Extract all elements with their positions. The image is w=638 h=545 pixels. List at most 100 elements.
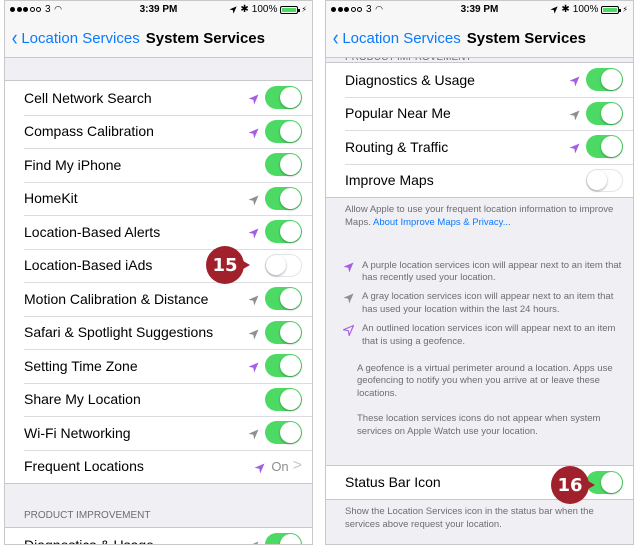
gray-location-arrow-icon [248, 327, 259, 340]
row-label: Compass Calibration [24, 123, 154, 140]
purple-location-arrow-icon [248, 126, 259, 139]
row-label: Diagnostics & Usage [345, 71, 475, 88]
purple-location-arrow-icon [254, 461, 265, 474]
gray-location-arrow-icon [569, 108, 580, 121]
row-routing-and-traffic[interactable]: Routing & Traffic [326, 130, 633, 164]
diagnostics-and-usage-toggle[interactable] [586, 68, 623, 92]
row-popular-near-me[interactable]: Popular Near Me [326, 96, 633, 131]
row-label: Status Bar Icon [345, 474, 441, 491]
share-my-location-toggle[interactable] [265, 387, 302, 411]
homekit-toggle[interactable] [265, 186, 302, 210]
gray-location-arrow-icon [248, 293, 259, 306]
row-cell-network-search[interactable]: Cell Network Search [5, 81, 312, 115]
row-label: Frequent Locations [24, 458, 144, 475]
gray-location-arrow-icon [248, 193, 259, 206]
apple-watch-note: These location services icons do not app… [357, 412, 601, 437]
location-icon-legend: A purple location services icon will app… [326, 260, 633, 349]
location-based-alerts-toggle[interactable] [265, 220, 302, 244]
row-label: Motion Calibration & Distance [24, 290, 209, 307]
popular-near-me-toggle[interactable] [586, 101, 623, 125]
back-button[interactable]: ‹ Location Services [11, 27, 140, 49]
safari-and-spotlight-suggestions-toggle[interactable] [265, 320, 302, 344]
page-title: System Services [145, 29, 265, 47]
back-button[interactable]: ‹ Location Services [332, 27, 461, 49]
battery-icon [280, 5, 301, 14]
back-label: Location Services [21, 29, 140, 47]
status-bar: 3 ◠ 3:39 PM ✱ 100% ⚡ [5, 1, 312, 19]
row-diagnostics-and-usage[interactable]: Diagnostics & Usage [326, 63, 633, 97]
row-label: Routing & Traffic [345, 138, 449, 155]
chevron-left-icon: ‹ [332, 25, 339, 50]
location-arrow-icon [550, 5, 559, 14]
row-location-based-alerts[interactable]: Location-Based Alerts [5, 215, 312, 249]
gray-location-arrow-icon [248, 427, 259, 440]
compass-calibration-toggle[interactable] [265, 119, 302, 143]
wi-fi-networking-toggle[interactable] [265, 421, 302, 445]
purple-location-arrow-icon [569, 74, 580, 87]
row-label: Find My iPhone [24, 156, 122, 173]
row-label: Cell Network Search [24, 89, 152, 106]
battery-icon [601, 5, 622, 14]
purple-location-arrow-icon [248, 92, 259, 105]
battery-percent: 100% [572, 4, 599, 15]
row-frequent-locations[interactable]: Frequent Locations On > [5, 449, 312, 484]
row-label: Wi-Fi Networking [24, 424, 131, 441]
location-based-iads-toggle[interactable] [265, 253, 302, 277]
motion-calibration-and-distance-toggle[interactable] [265, 287, 302, 311]
step-callout-16: 16 [551, 466, 589, 504]
row-label: Share My Location [24, 391, 141, 408]
row-wi-fi-networking[interactable]: Wi-Fi Networking [5, 416, 312, 450]
row-label: Safari & Spotlight Suggestions [24, 324, 214, 341]
bluetooth-icon: ✱ [240, 4, 249, 15]
battery-percent: 100% [251, 4, 278, 15]
settings-content: Cell Network Search Compass Calibration Fi… [5, 58, 312, 544]
back-label: Location Services [342, 29, 461, 47]
row-homekit[interactable]: HomeKit [5, 181, 312, 216]
nav-bar: ‹ Location Services System Services [5, 19, 312, 58]
gray-location-arrow-icon [343, 291, 354, 317]
product-improvement-list: Diagnostics & Usage Popular Near Me Routin… [326, 62, 633, 198]
diagnostics-and-usage-toggle[interactable] [265, 533, 302, 544]
legend-text: A purple location services icon will app… [362, 259, 622, 284]
routing-and-traffic-toggle[interactable] [586, 135, 623, 159]
chevron-right-icon: > [292, 457, 302, 475]
purple-location-arrow-icon [343, 260, 354, 286]
row-compass-calibration[interactable]: Compass Calibration [5, 114, 312, 149]
row-share-my-location[interactable]: Share My Location [5, 382, 312, 417]
row-label: Diagnostics & Usage [24, 537, 248, 544]
legend-text: An outlined location services icon will … [362, 322, 616, 347]
phone-left: 3 ◠ 3:39 PM ✱ 100% ⚡ ‹ Location Services… [4, 0, 313, 545]
settings-content: PRODUCT IMPROVEMENT Diagnostics & UsageP… [326, 58, 633, 544]
row-label: Popular Near Me [345, 105, 451, 122]
page-title: System Services [466, 29, 586, 47]
row-improve-maps[interactable]: Improve Maps [326, 163, 633, 198]
row-motion-calibration-and-distance[interactable]: Motion Calibration & Distance [5, 282, 312, 316]
purple-location-arrow-icon [569, 141, 580, 154]
row-safari-and-spotlight-suggestions[interactable]: Safari & Spotlight Suggestions [5, 315, 312, 350]
geofence-explanation: A geofence is a virtual perimeter around… [357, 362, 613, 400]
row-label: Location-Based Alerts [24, 223, 161, 240]
product-improvement-list: Diagnostics & Usage [5, 527, 312, 544]
setting-time-zone-toggle[interactable] [265, 354, 302, 378]
status-bar-icon-footer: Show the Location Services icon in the s… [345, 506, 594, 530]
legend-item: A purple location services icon will app… [326, 260, 633, 286]
cell-network-search-toggle[interactable] [265, 86, 302, 110]
improve-maps-toggle[interactable] [586, 168, 623, 192]
row-diagnostics-and-usage[interactable]: Diagnostics & Usage [5, 528, 312, 544]
location-arrow-icon [229, 5, 238, 14]
row-label: Setting Time Zone [24, 357, 138, 374]
find-my-iphone-toggle[interactable] [265, 153, 302, 177]
improve-maps-privacy-link[interactable]: About Improve Maps & Privacy... [373, 217, 511, 228]
row-find-my-iphone[interactable]: Find My iPhone [5, 148, 312, 182]
row-label: Improve Maps [345, 172, 434, 189]
outline-location-arrow-icon [341, 323, 355, 349]
status-bar: 3 ◠ 3:39 PM ✱ 100% ⚡ [326, 1, 633, 19]
row-location-based-iads[interactable]: Location-Based iAds [5, 248, 312, 283]
row-setting-time-zone[interactable]: Setting Time Zone [5, 349, 312, 383]
legend-text: A gray location services icon will appea… [362, 291, 614, 316]
section-header: PRODUCT IMPROVEMENT [24, 510, 151, 521]
bluetooth-icon: ✱ [561, 4, 570, 15]
row-detail: On [271, 458, 289, 474]
improve-maps-footer: Allow Apple to use your frequent locatio… [326, 198, 633, 230]
gray-location-arrow-icon [248, 539, 259, 544]
